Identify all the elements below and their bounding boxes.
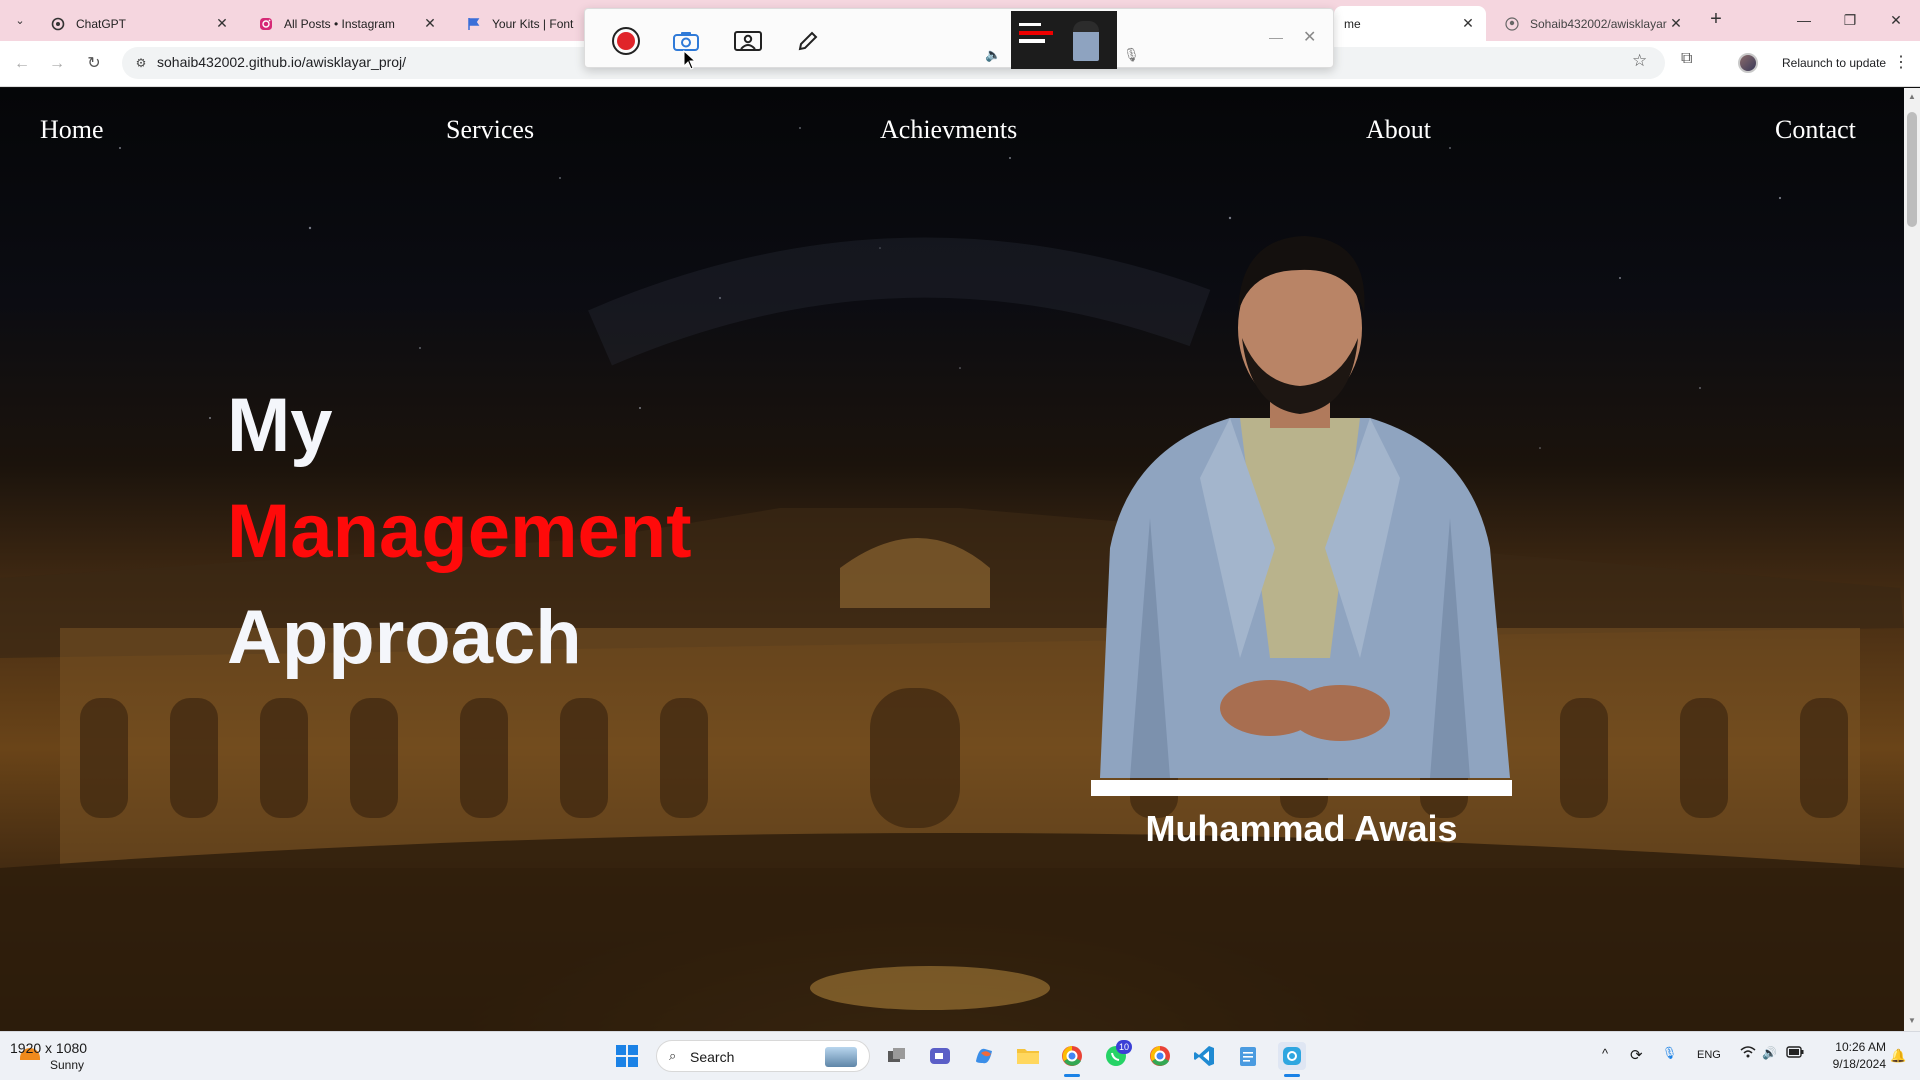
capture-preview-thumbnail[interactable] [1011,11,1117,69]
chrome-profile-icon[interactable] [1146,1042,1174,1070]
fontawesome-flag-icon [466,16,482,32]
new-tab-button[interactable]: + [1704,8,1728,32]
minimize-button[interactable]: — [1784,8,1824,32]
nav-achievements-link[interactable]: Achievments [880,115,1017,145]
vscode-icon[interactable] [1190,1042,1218,1070]
tab-title: ChatGPT [76,16,127,31]
tab-title: All Posts • Instagram [284,16,395,31]
snipping-tool-icon[interactable] [1278,1042,1306,1070]
nav-services-link[interactable]: Services [446,115,534,145]
search-label: Search [690,1049,735,1065]
annotate-button[interactable] [793,27,823,55]
camera-icon [673,32,699,51]
show-hidden-icons-chevron[interactable]: ^ [1602,1046,1608,1061]
close-tab-icon[interactable]: ✕ [214,15,230,32]
copilot-icon[interactable] [970,1042,998,1070]
url-text[interactable]: sohaib432002.github.io/awisklayar_proj/ [157,54,406,70]
tab-title: Your Kits | Font Av [492,16,574,31]
search-icon: ⌕ [669,1048,677,1063]
microphone-icon[interactable]: 🎙 [1123,47,1140,63]
close-tab-icon[interactable]: ✕ [422,15,438,32]
nav-about-link[interactable]: About [1366,115,1431,145]
hero-line-approach: Approach [227,595,582,680]
reload-button[interactable]: ↻ [80,50,108,78]
scroll-up-icon[interactable]: ▲ [1904,92,1920,101]
person-frame-icon [734,31,762,51]
notification-bell-icon[interactable]: 🔔 [1890,1048,1906,1064]
tab-title: me [1344,16,1361,31]
snip-close-button[interactable]: ✕ [1303,27,1316,47]
bookmark-star-icon[interactable]: ☆ [1632,51,1647,71]
chrome-icon[interactable] [1058,1042,1086,1070]
file-explorer-icon[interactable] [1014,1042,1042,1070]
website-page: Home Services Achievments About Contact … [0,88,1904,1031]
tab-instagram[interactable]: All Posts • Instagram ✕ [248,6,448,41]
extensions-icon[interactable]: ⧉ [1681,50,1692,68]
windows-start-icon[interactable] [616,1045,638,1067]
tab-title: Sohaib432002/awisklayar [1530,16,1667,31]
task-view-icon[interactable] [883,1042,911,1070]
tab-current[interactable]: me ✕ [1334,6,1486,41]
pencil-icon [798,31,818,51]
scrollbar-thumb[interactable] [1907,112,1917,227]
person-name: Muhammad Awais [1145,808,1458,849]
weather-widget-top[interactable]: 1920 x 1080 [10,1040,87,1056]
tab-chatgpt[interactable]: ChatGPT ✕ [40,6,240,41]
volume-icon[interactable]: 🔊 [1762,1046,1777,1060]
profile-photo [1100,236,1510,778]
profile-avatar[interactable] [1738,53,1758,73]
snip-minimize-button[interactable]: — [1269,29,1283,45]
back-button[interactable]: ← [8,50,36,78]
speaker-icon[interactable]: 🔈 [985,47,1001,63]
battery-icon[interactable] [1786,1046,1804,1061]
wifi-icon[interactable] [1740,1046,1756,1061]
scroll-down-icon[interactable]: ▼ [1904,1016,1920,1025]
tab-font-awesome[interactable]: Your Kits | Font Av [456,6,584,41]
notepad-icon[interactable] [1234,1042,1262,1070]
microphone-tray-icon[interactable]: 🎙 [1662,1046,1677,1060]
close-window-button[interactable]: ✕ [1876,8,1916,32]
weather-condition[interactable]: Sunny [50,1058,84,1072]
relaunch-button[interactable]: Relaunch to update [1770,47,1899,79]
name-underline-bar [1091,780,1512,796]
clock-date[interactable]: 9/18/2024 [1818,1057,1886,1071]
whatsapp-badge: 10 [1116,1040,1132,1054]
camera-overlay-button[interactable] [733,27,763,55]
site-info-icon[interactable]: ⚙ [130,52,152,74]
nav-contact-link[interactable]: Contact [1775,115,1856,145]
clock-time[interactable]: 10:26 AM [1826,1040,1886,1054]
close-tab-icon[interactable]: ✕ [1460,15,1476,32]
taskbar-search[interactable]: ⌕ Search [656,1040,870,1072]
nav-home-link[interactable]: Home [40,115,104,145]
hero-line-my: My [227,383,333,468]
language-indicator[interactable]: ENG [1697,1049,1721,1061]
hero-line-management: Management [227,489,692,574]
record-icon [612,27,640,55]
teams-meet-icon[interactable] [926,1042,954,1070]
github-icon [1504,16,1520,32]
record-button[interactable] [611,27,641,55]
tab-github[interactable]: Sohaib432002/awisklayar ✕ [1494,6,1694,41]
forward-button[interactable]: → [43,50,71,78]
chrome-running-indicator [1064,1074,1080,1077]
restore-button[interactable]: ❐ [1830,8,1870,32]
tab-search-button[interactable]: ⌄ [8,8,32,32]
sync-icon[interactable]: ⟳ [1630,1046,1643,1064]
browser-menu-icon[interactable]: ⋮ [1893,52,1909,72]
mouse-cursor-icon [683,50,697,70]
close-tab-icon[interactable]: ✕ [1668,15,1684,32]
page-scrollbar[interactable]: ▲ ▼ [1904,88,1920,1031]
chatgpt-icon [50,16,66,32]
search-highlight-image [825,1047,857,1067]
instagram-icon [258,16,274,32]
snipping-running-indicator [1284,1074,1300,1077]
